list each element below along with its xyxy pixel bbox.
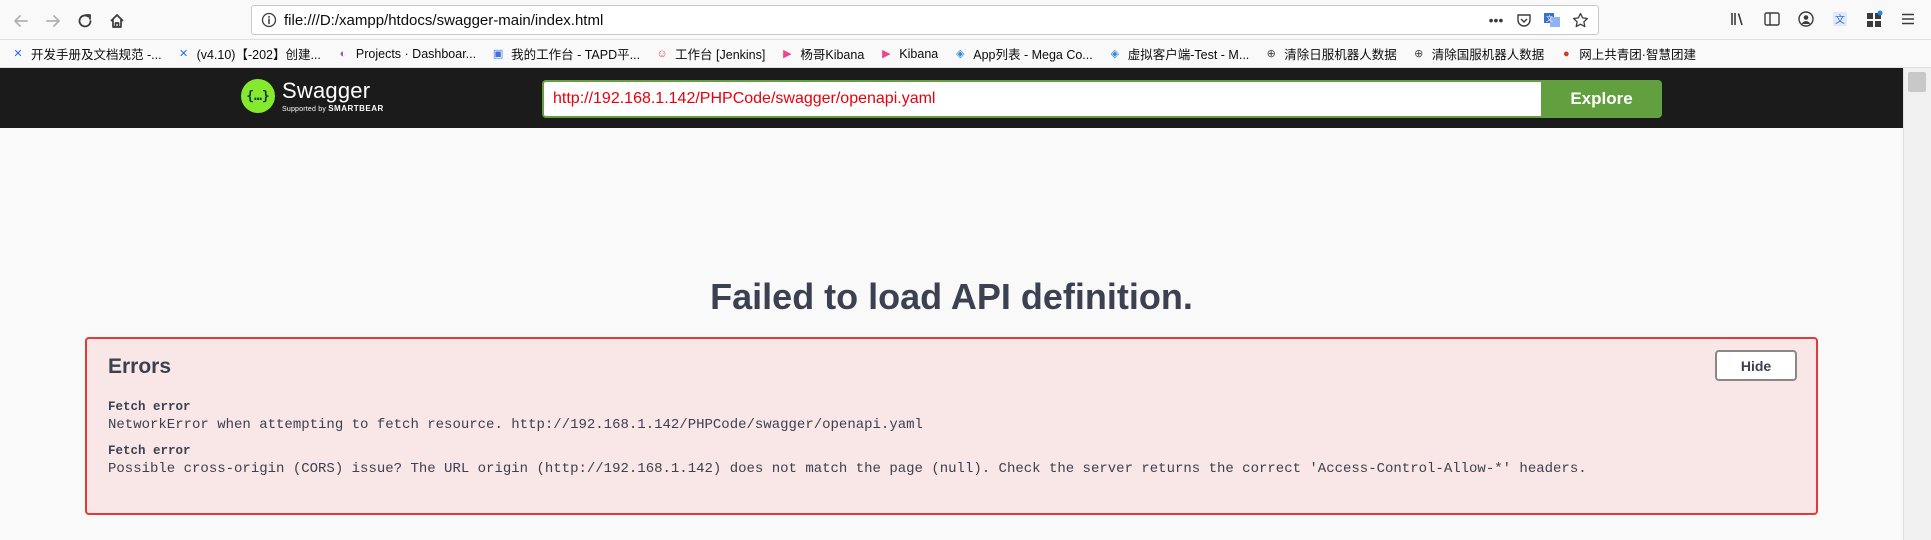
bookmark-item[interactable]: ✕ 开发手册及文档规范 -... <box>10 43 168 65</box>
spec-url-input[interactable] <box>553 90 1542 108</box>
error-message: NetworkError when attempting to fetch re… <box>108 417 923 433</box>
browser-toolbar: file:///D:/xampp/htdocs/swagger-main/ind… <box>0 0 1931 40</box>
error-item: Fetch error Possible cross-origin (CORS)… <box>108 444 1587 477</box>
bookmark-label: 杨哥Kibana <box>800 48 865 62</box>
bookmark-label: Kibana <box>899 46 939 61</box>
confluence-icon: ✕ <box>178 48 189 60</box>
error-label: Fetch error <box>108 400 191 414</box>
address-bar[interactable]: file:///D:/xampp/htdocs/swagger-main/ind… <box>251 5 1599 35</box>
bookmark-label: (v4.10)【-202】创建... <box>196 48 321 62</box>
bookmark-label: 清除国服机器人数据 <box>1431 48 1545 62</box>
bookmark-item[interactable]: ▶ Kibana <box>878 43 944 65</box>
home-icon[interactable] <box>105 9 129 33</box>
bookmark-item[interactable]: ◈ 虚拟客户端-Test - M... <box>1107 43 1256 65</box>
forward-icon[interactable] <box>41 9 65 33</box>
extensions-icon[interactable] <box>1863 8 1885 30</box>
globe-icon: ⊕ <box>1414 48 1424 60</box>
url-text[interactable]: file:///D:/xampp/htdocs/swagger-main/ind… <box>284 12 603 29</box>
translate-icon[interactable]: 文 <box>1542 10 1562 30</box>
bookmark-item[interactable]: ✕ (v4.10)【-202】创建... <box>176 43 327 65</box>
globe-icon: ⊕ <box>1266 48 1276 60</box>
bookmark-item[interactable]: ☺ 工作台 [Jenkins] <box>654 43 771 65</box>
bookmark-label: 工作台 [Jenkins] <box>675 48 766 62</box>
svg-text:文: 文 <box>1835 13 1845 26</box>
translate-extension-icon[interactable]: 文 <box>1829 8 1851 30</box>
bookmark-item[interactable]: ⊕ 清除国服机器人数据 <box>1411 43 1551 65</box>
bookmark-item[interactable]: ◐ Projects · Dashboar... <box>335 43 482 65</box>
sidebar-icon[interactable] <box>1761 8 1783 30</box>
bookmark-item[interactable]: ◈ App列表 - Mega Co... <box>952 43 1099 65</box>
reload-icon[interactable] <box>73 9 97 33</box>
swagger-logo-icon: {…} <box>241 79 275 113</box>
pocket-icon[interactable] <box>1514 10 1534 30</box>
spec-url-field[interactable] <box>542 80 1542 118</box>
bookmark-item[interactable]: ● 网上共青团·智慧团建 <box>1558 43 1702 65</box>
bookmark-label: 清除日服机器人数据 <box>1284 48 1397 62</box>
error-message: Possible cross-origin (CORS) issue? The … <box>108 461 1587 477</box>
logo-name: Swagger <box>282 77 371 103</box>
page-title: Failed to load API definition. <box>710 276 1193 317</box>
bookmark-item[interactable]: ▶ 杨哥Kibana <box>779 43 870 65</box>
bookmarks-bar: ✕ 开发手册及文档规范 -... ✕ (v4.10)【-202】创建... ◐ Proje… <box>0 40 1931 68</box>
swagger-logo[interactable]: {…} Swagger Supported by SMARTBEAR <box>241 79 384 113</box>
errors-panel: Errors Hide Fetch error NetworkError whe… <box>85 337 1818 515</box>
bookmark-label: 开发手册及文档规范 -... <box>31 48 162 62</box>
hide-button[interactable]: Hide <box>1715 350 1797 381</box>
back-icon[interactable] <box>9 9 33 33</box>
kibana-icon: ▶ <box>882 48 891 60</box>
scrollbar[interactable] <box>1903 68 1931 540</box>
bookmark-label: 网上共青团·智慧团建 <box>1579 48 1696 62</box>
shield-icon: ◈ <box>1110 48 1119 60</box>
menu-icon[interactable] <box>1897 8 1919 30</box>
bookmark-star-icon[interactable] <box>1570 10 1590 30</box>
jenkins-icon: ☺ <box>656 47 668 60</box>
emblem-icon: ● <box>1562 47 1570 60</box>
tapd-icon: ▣ <box>492 48 504 60</box>
bookmark-item[interactable]: ⊕ 清除日服机器人数据 <box>1263 43 1403 65</box>
svg-text:文: 文 <box>1546 14 1553 23</box>
page-actions-icon[interactable]: ••• <box>1486 10 1506 30</box>
errors-title: Errors <box>108 355 172 378</box>
bookmark-label: 虚拟客户端-Test - M... <box>1127 48 1250 62</box>
kibana-icon: ▶ <box>783 48 792 60</box>
info-icon[interactable] <box>258 9 280 31</box>
logo-supported-by: Supported by SMARTBEAR <box>282 103 384 113</box>
library-icon[interactable] <box>1727 8 1749 30</box>
account-icon[interactable] <box>1795 8 1817 30</box>
bookmark-label: 我的工作台 - TAPD平... <box>511 48 641 62</box>
bookmark-label: Projects · Dashboar... <box>355 46 477 61</box>
error-item: Fetch error NetworkError when attempting… <box>108 400 923 433</box>
shield-icon: ◈ <box>956 48 965 60</box>
gitlab-icon: ◐ <box>339 47 347 60</box>
error-label: Fetch error <box>108 444 191 458</box>
explore-button[interactable]: Explore <box>1541 80 1662 118</box>
bookmark-label: App列表 - Mega Co... <box>973 48 1093 62</box>
scrollbar-thumb[interactable] <box>1908 72 1926 92</box>
confluence-icon: ✕ <box>13 48 23 60</box>
bookmark-item[interactable]: ▣ 我的工作台 - TAPD平... <box>490 43 646 65</box>
